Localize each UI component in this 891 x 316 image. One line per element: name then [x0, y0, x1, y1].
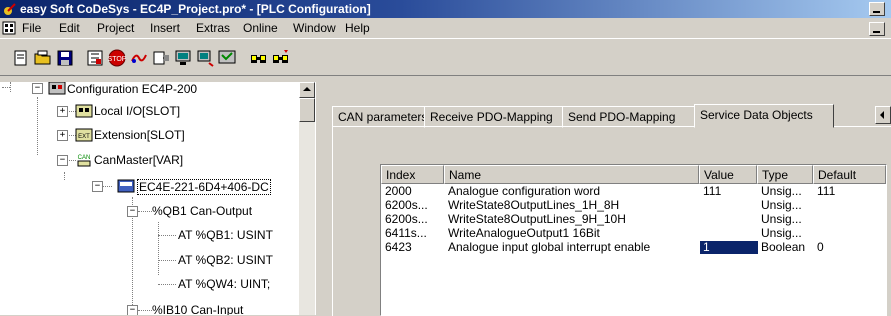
menu-online[interactable]: Online	[243, 18, 278, 38]
cell-type: Unsig...	[761, 199, 802, 212]
scroll-up-arrow-icon[interactable]	[299, 82, 315, 98]
cell-name: Analogue input global interrupt enable	[448, 241, 651, 254]
expander-collapse[interactable]: −	[57, 155, 68, 166]
menu-insert[interactable]: Insert	[150, 18, 180, 38]
expander-expand[interactable]: +	[57, 130, 68, 141]
cell-index: 6200s...	[385, 213, 428, 226]
expander-collapse[interactable]: −	[92, 181, 103, 192]
tree-node-at-qb2[interactable]: AT %QB2: USINT	[178, 253, 273, 267]
expander-collapse[interactable]: −	[127, 206, 138, 217]
tree-node-ib10[interactable]: %IB10 Can-Input	[152, 303, 243, 315]
tree-guide	[138, 310, 152, 312]
configuration-tree[interactable]: − Configuration EC4P-200 + Local I/O[SLO…	[0, 82, 318, 315]
logout-icon[interactable]	[196, 49, 214, 67]
run-icon[interactable]	[152, 49, 170, 67]
tree-node-at-qb1[interactable]: AT %QB1: USINT	[178, 228, 273, 242]
find-icon[interactable]	[250, 49, 268, 67]
document-minimize-button[interactable]	[869, 22, 885, 36]
tab-receive-pdo-mapping[interactable]: Receive PDO-Mapping	[424, 106, 564, 128]
tree-node-root[interactable]: Configuration EC4P-200	[67, 82, 197, 96]
column-header-default[interactable]: Default	[813, 165, 886, 184]
tab-can-parameters[interactable]: CAN parameters	[332, 106, 427, 128]
cell-type: Unsig...	[761, 185, 802, 198]
cell-index: 6423	[385, 241, 412, 254]
slot-icon	[75, 104, 93, 118]
can-icon: CAN	[77, 155, 91, 167]
tree-node-qb1[interactable]: %QB1 Can-Output	[152, 204, 252, 218]
cell-name: WriteState8OutputLines_1H_8H	[448, 199, 620, 212]
menu-file[interactable]: File	[22, 18, 41, 38]
tree-node-at-qw4[interactable]: AT %QW4: UINT;	[178, 277, 270, 291]
tree-guide	[158, 260, 176, 262]
tree-guide	[64, 172, 66, 180]
cell-type: Boolean	[761, 241, 806, 254]
stop-icon[interactable]: STOP	[108, 49, 126, 67]
expander-collapse[interactable]: −	[127, 305, 138, 315]
document-icon[interactable]	[2, 21, 16, 35]
cell-index: 2000	[385, 185, 412, 198]
menu-help[interactable]: Help	[345, 18, 370, 38]
replace-icon[interactable]	[272, 49, 290, 67]
column-header-value[interactable]: Value	[699, 165, 757, 184]
svg-text:EXT: EXT	[78, 134, 90, 140]
tree-guide	[2, 87, 10, 89]
svg-text:CAN: CAN	[78, 155, 91, 161]
codesys-app-icon[interactable]	[3, 2, 17, 16]
new-icon[interactable]	[12, 49, 30, 67]
toolbar: STOP	[0, 38, 891, 76]
menu-extras[interactable]: Extras	[196, 18, 230, 38]
menu-window[interactable]: Window	[293, 18, 336, 38]
tab-scroll-left-icon[interactable]	[875, 106, 891, 124]
tab-service-data-objects[interactable]: Service Data Objects	[694, 104, 834, 128]
expander-collapse[interactable]: −	[32, 83, 43, 94]
configuration-icon	[48, 82, 66, 95]
tree-node-canmaster[interactable]: CanMaster[VAR]	[94, 153, 183, 167]
column-header-index[interactable]: Index	[381, 165, 444, 184]
menu-edit[interactable]: Edit	[59, 18, 80, 38]
menu-project[interactable]: Project	[97, 18, 134, 38]
sdo-table[interactable]: Index Name Value Type Default 2000 Analo…	[380, 164, 887, 316]
column-header-name[interactable]: Name	[444, 165, 699, 184]
cell-name: Analogue configuration word	[448, 185, 601, 198]
tree-guide	[158, 222, 160, 275]
tree-guide	[37, 97, 39, 155]
cell-name: WriteAnalogueOutput1 16Bit	[448, 227, 600, 240]
open-icon[interactable]	[34, 49, 52, 67]
cell-name: WriteState8OutputLines_9H_10H	[448, 213, 626, 226]
window-minimize-button[interactable]	[869, 2, 885, 16]
expander-expand[interactable]: +	[57, 106, 68, 117]
cell-type: Unsig...	[761, 213, 802, 226]
tree-node-module[interactable]: EC4E-221-6D4+406-DC	[137, 179, 271, 195]
monitor-icon[interactable]	[218, 49, 236, 67]
tree-vertical-scrollbar[interactable]	[299, 82, 315, 315]
cell-index: 6411s...	[385, 227, 427, 240]
cell-default: 0	[817, 241, 824, 254]
cell-value[interactable]: 111	[703, 185, 721, 198]
configuration-editor: CAN parameters Receive PDO-Mapping Send …	[322, 82, 891, 316]
menu-bar: File Edit Project Insert Extras Online W…	[0, 18, 891, 38]
extension-icon: EXT	[75, 128, 93, 142]
cell-index: 6200s...	[385, 199, 428, 212]
save-icon[interactable]	[56, 49, 74, 67]
tree-guide	[158, 284, 176, 286]
scroll-thumb[interactable]	[299, 98, 315, 122]
window-title: easy Soft CoDeSys - EC4P_Project.pro* - …	[20, 2, 371, 16]
cell-default: 111	[817, 185, 836, 198]
tree-node-local-io[interactable]: Local I/O[SLOT]	[94, 104, 180, 118]
cell-value-selected[interactable]: 1	[700, 241, 758, 254]
tab-send-pdo-mapping[interactable]: Send PDO-Mapping	[562, 106, 696, 128]
svg-text:STOP: STOP	[108, 56, 126, 63]
tree-guide	[138, 211, 152, 213]
module-icon	[117, 179, 135, 193]
column-header-type[interactable]: Type	[757, 165, 813, 184]
tree-node-extension[interactable]: Extension[SLOT]	[94, 128, 185, 142]
cell-type: Unsig...	[761, 227, 802, 240]
tree-guide	[10, 82, 12, 92]
step-icon[interactable]	[130, 49, 148, 67]
title-bar: easy Soft CoDeSys - EC4P_Project.pro* - …	[0, 0, 891, 18]
build-icon[interactable]	[86, 49, 104, 67]
login-icon[interactable]	[174, 49, 192, 67]
tree-guide	[158, 235, 176, 237]
